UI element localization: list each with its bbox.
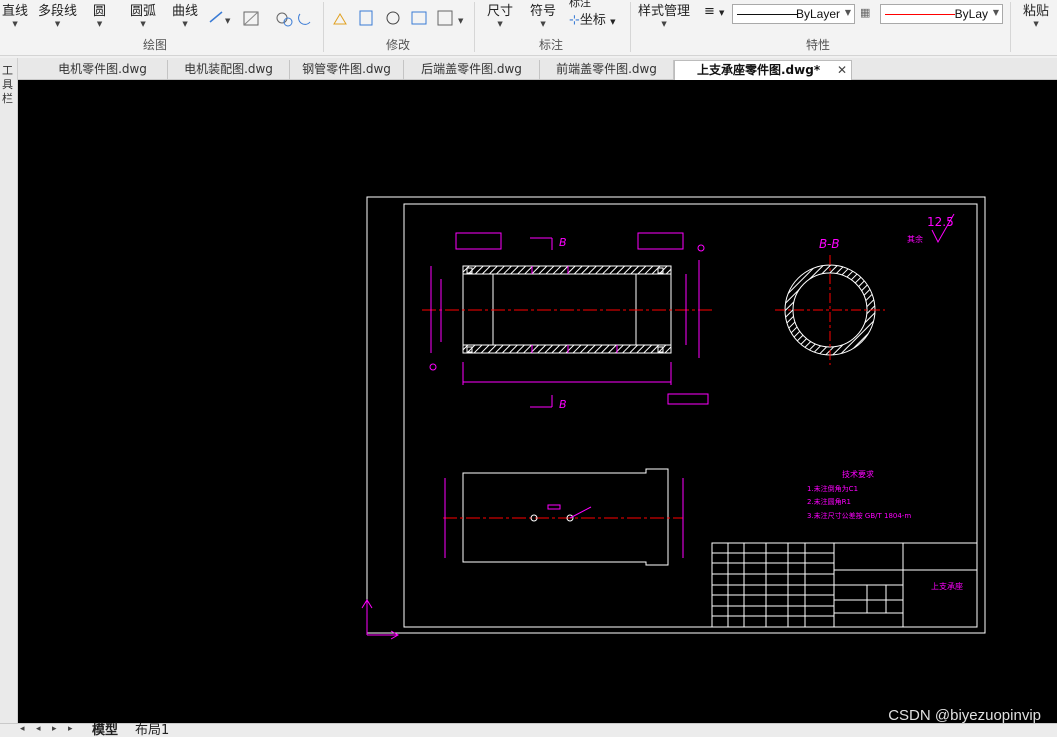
title-block-part-name: 上支承座 (931, 581, 963, 591)
color-grid-icon[interactable]: ▦ (860, 6, 870, 19)
section-mark-top: B (559, 236, 567, 249)
last-layout-icon[interactable]: ▸ (68, 724, 73, 734)
linetype-value: ByLayer (795, 7, 840, 21)
doc-tab-label: 后端盖零件图.dwg (421, 62, 522, 76)
tab-layout1[interactable]: 布局1 (135, 724, 169, 737)
curve-tool-button[interactable]: 曲线 ▼ (172, 0, 198, 28)
modify-mini-tools[interactable]: ▼ (330, 0, 470, 30)
polyline-tool-button[interactable]: 多段线 ▼ (38, 0, 77, 28)
section-bb-view (775, 255, 885, 365)
layout-tabbar: ◂ ◂ ▸ ▸ 模型 布局1 (0, 723, 1057, 737)
drawing-canvas[interactable]: B B B-B 其余 12.5 技术要求 1.未注倒角为C1 2.未注圆角R1 … (18, 80, 1057, 723)
style-manager-label: 样式管理 (638, 4, 691, 19)
copy-icon (359, 10, 373, 26)
linetype-dropdown[interactable]: ByLayer ▼ (732, 4, 855, 24)
prev-layout-icon[interactable]: ◂ (36, 724, 41, 734)
front-dimensions (429, 232, 709, 408)
curve-tool-label: 曲线 (172, 4, 199, 19)
left-strip-char: 栏 (2, 92, 13, 105)
sheet-outer-border (366, 196, 986, 634)
ray-icon (209, 11, 223, 23)
doc-tab[interactable]: 前端盖零件图.dwg (540, 60, 674, 80)
document-tabbar: 电机零件图.dwg 电机装配图.dwg 钢管零件图.dwg 后端盖零件图.dwg… (18, 58, 1057, 80)
rotate-icon (386, 11, 400, 25)
linecolor-value: ByLay (954, 7, 988, 21)
boundary-icon (298, 13, 311, 25)
arc-tool-button[interactable]: 圆弧 ▼ (130, 0, 156, 28)
arc-tool-label: 圆弧 (130, 4, 157, 19)
lineweight-icon[interactable]: ≡ ▼ (704, 4, 724, 19)
group-separator (474, 2, 475, 52)
stretch-icon (333, 13, 347, 25)
circle-tool-button[interactable]: 圆 ▼ (93, 0, 106, 28)
line-tool-button[interactable]: 直线 ▼ (2, 0, 28, 28)
symbol-button[interactable]: 符号 ▼ (530, 0, 556, 28)
linecolor-dropdown[interactable]: ByLay ▼ (880, 4, 1003, 24)
first-layout-icon[interactable]: ◂ (20, 724, 25, 734)
properties-group-label: 特性 (806, 38, 831, 52)
dimension-button[interactable]: 尺寸 ▼ (487, 0, 513, 28)
note-line: 2.未注圆角R1 (807, 497, 851, 506)
offset-icon (411, 11, 427, 25)
chevron-down-icon: ▼ (992, 8, 999, 17)
section-mark-bottom: B (559, 398, 567, 411)
coordinate-button[interactable]: ⊹坐标 ▼ (569, 9, 615, 28)
ribbon: 直线 ▼ 多段线 ▼ 圆 ▼ 圆弧 ▼ 曲线 ▼ ▼ 绘图 ▼ 修改 尺寸 ▼ 符号 ▼ 标注… (0, 0, 1057, 56)
watermark: CSDN @biyezuopinvip (888, 707, 1041, 724)
line-tool-label: 直线 (2, 4, 29, 19)
annotate-partial-label: 标注 (569, 0, 591, 9)
front-section-view (422, 265, 713, 354)
top-view (443, 468, 684, 566)
paste-label: 粘贴 (1023, 4, 1050, 19)
left-toolbar-strip[interactable]: 工 具 栏 (0, 58, 18, 737)
dimension-label: 尺寸 (487, 4, 514, 19)
modify-group-label: 修改 (386, 38, 411, 52)
doc-tab[interactable]: 后端盖零件图.dwg (404, 60, 540, 80)
style-manager-button[interactable]: 样式管理 ▼ (638, 0, 690, 28)
close-icon[interactable]: ✕ (837, 61, 847, 80)
doc-tab[interactable]: 钢管零件图.dwg (290, 60, 404, 80)
edit-icon (437, 10, 453, 26)
annotate-group-label: 标注 (539, 38, 564, 52)
note-line: 1.未注倒角为C1 (807, 484, 858, 493)
doc-tab-label: 电机装配图.dwg (184, 62, 273, 76)
doc-tab-label: 前端盖零件图.dwg (556, 62, 657, 76)
svg-text:▼: ▼ (458, 17, 464, 25)
region-icon (276, 12, 288, 24)
tab-model[interactable]: 模型 (92, 724, 118, 737)
doc-tab[interactable]: 电机零件图.dwg (38, 60, 168, 80)
draw-group-label: 绘图 (143, 38, 168, 52)
svg-text:▼: ▼ (225, 17, 231, 25)
section-bb-label: B-B (819, 237, 840, 251)
group-separator (323, 2, 324, 52)
group-separator (630, 2, 631, 52)
roughness-prefix: 其余 (907, 234, 923, 244)
draw-mini-tools[interactable]: ▼ (206, 0, 314, 30)
tab-layout1-label: 布局1 (135, 723, 170, 737)
paste-button[interactable]: 粘贴 ▼ (1023, 0, 1049, 28)
doc-tab[interactable]: 电机装配图.dwg (168, 60, 290, 80)
circle-tool-label: 圆 (93, 4, 107, 19)
doc-tab-label: 上支承座零件图.dwg* (697, 63, 821, 77)
group-separator (1010, 2, 1011, 52)
coordinate-icon: ⊹ (569, 13, 580, 28)
note-line: 3.未注尺寸公差按 GB/T 1804-m (807, 511, 911, 520)
doc-tab-label: 电机零件图.dwg (58, 62, 147, 76)
notes-title: 技术要求 (842, 469, 874, 479)
polyline-tool-label: 多段线 (38, 4, 78, 19)
doc-tab-active[interactable]: 上支承座零件图.dwg* ✕ (674, 60, 852, 80)
doc-tab-label: 钢管零件图.dwg (302, 62, 391, 76)
cad-drawing[interactable]: B B B-B 其余 12.5 技术要求 1.未注倒角为C1 2.未注圆角R1 … (18, 80, 1057, 723)
coordinate-label: 坐标 (579, 13, 606, 28)
chevron-down-icon: ▼ (844, 8, 851, 17)
tab-model-label: 模型 (92, 723, 119, 737)
symbol-label: 符号 (530, 4, 557, 19)
next-layout-icon[interactable]: ▸ (52, 724, 57, 734)
